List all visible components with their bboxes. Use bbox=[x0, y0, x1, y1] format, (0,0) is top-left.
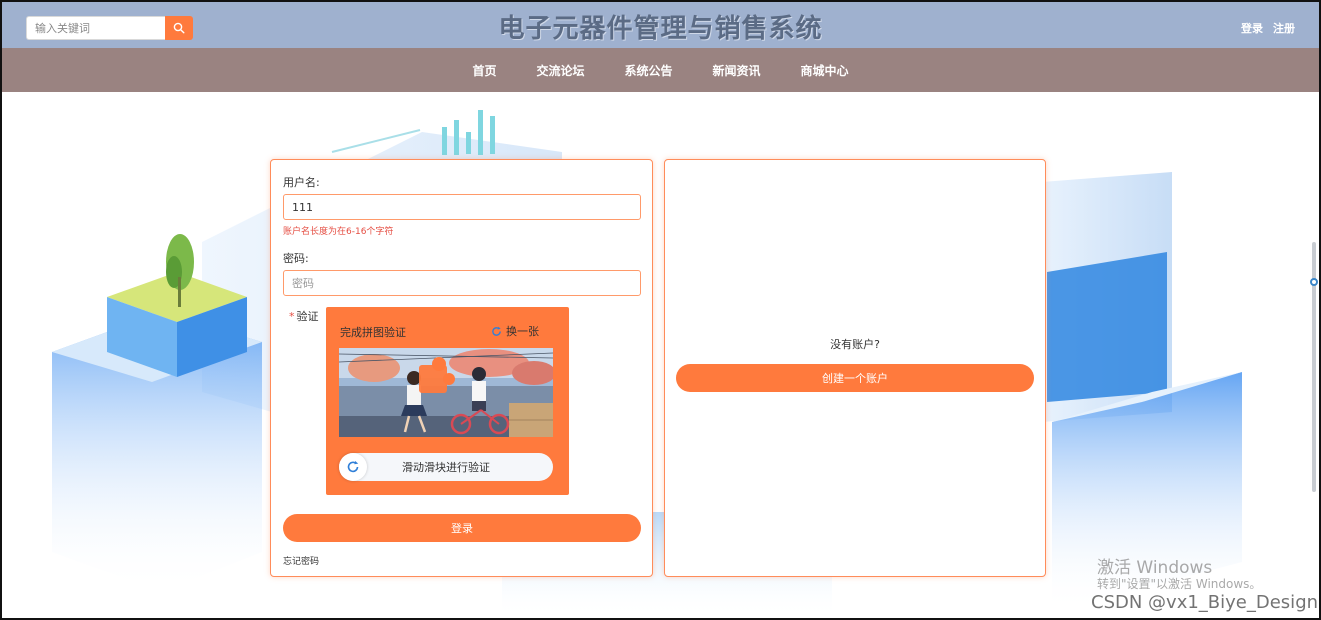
captcha-title: 完成拼图验证 bbox=[340, 326, 406, 339]
register-panel: 没有账户? 创建一个账户 bbox=[664, 159, 1046, 577]
verify-label-text: 验证 bbox=[296, 310, 319, 323]
username-error: 账户名长度为在6-16个字符 bbox=[283, 227, 394, 237]
nav-item-forum[interactable]: 交流论坛 bbox=[516, 62, 604, 79]
captcha-puzzle-image bbox=[339, 348, 553, 437]
no-account-text: 没有账户? bbox=[830, 338, 880, 351]
create-account-button[interactable]: 创建一个账户 bbox=[676, 364, 1034, 392]
username-label: 用户名: bbox=[283, 176, 320, 189]
captcha-box: 完成拼图验证 换一张 滑动滑块进行验证 bbox=[326, 307, 569, 495]
site-title: 电子元器件管理与销售系统 bbox=[498, 14, 823, 44]
captcha-refresh-label: 换一张 bbox=[506, 325, 539, 338]
csdn-watermark: CSDN @vx1_Biye_Design bbox=[1091, 592, 1319, 613]
username-input[interactable] bbox=[283, 194, 641, 220]
verify-label: * 验证 bbox=[289, 308, 319, 324]
captcha-slider[interactable]: 滑动滑块进行验证 bbox=[339, 453, 553, 481]
main-nav: 首页 交流论坛 系统公告 新闻资讯 商城中心 bbox=[2, 48, 1319, 92]
forgot-password-link[interactable]: 忘记密码 bbox=[283, 554, 319, 567]
windows-activation-subtitle: 转到"设置"以激活 Windows。 bbox=[1097, 577, 1262, 591]
auth-links: 登录 注册 bbox=[1241, 20, 1295, 36]
slider-handle[interactable] bbox=[339, 453, 367, 481]
login-button[interactable]: 登录 bbox=[283, 514, 641, 542]
nav-item-news[interactable]: 新闻资讯 bbox=[693, 62, 781, 79]
required-star: * bbox=[289, 310, 295, 323]
refresh-icon bbox=[347, 461, 359, 473]
nav-item-home[interactable]: 首页 bbox=[452, 62, 516, 79]
register-link[interactable]: 注册 bbox=[1273, 20, 1295, 36]
background-illustration bbox=[2, 92, 1319, 618]
nav-item-announcements[interactable]: 系统公告 bbox=[604, 62, 692, 79]
login-panel: 用户名: 账户名长度为在6-16个字符 密码: *验证 完成拼图验证 换一张 bbox=[270, 159, 653, 577]
password-label: 密码: bbox=[283, 252, 309, 265]
scrollbar-thumb[interactable] bbox=[1310, 278, 1318, 286]
captcha-refresh-button[interactable]: 换一张 bbox=[491, 323, 539, 339]
slider-hint: 滑动滑块进行验证 bbox=[402, 461, 490, 474]
password-input[interactable] bbox=[283, 270, 641, 296]
top-header: 电子元器件管理与销售系统 登录 注册 bbox=[2, 2, 1319, 48]
refresh-icon bbox=[492, 326, 501, 336]
login-link[interactable]: 登录 bbox=[1241, 20, 1263, 36]
nav-item-mall[interactable]: 商城中心 bbox=[781, 62, 869, 79]
